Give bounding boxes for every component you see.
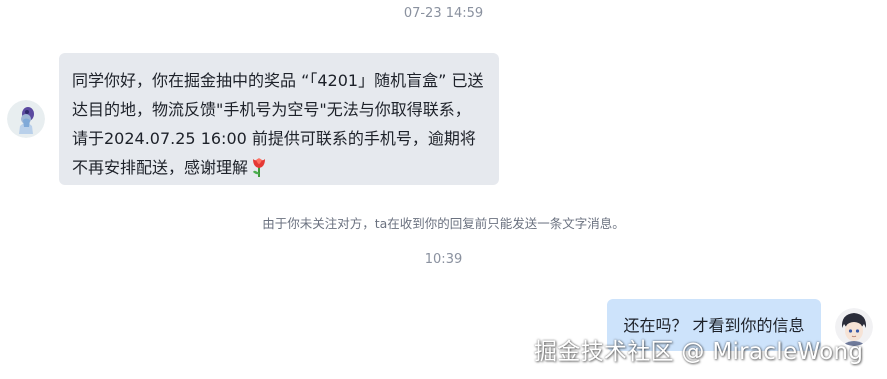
incoming-message-bubble[interactable]: 同学你好，你在掘金抽中的奖品 “「4201」随机盲盒” 已送达目的地，物流反馈"… — [59, 53, 499, 185]
watermark-text: 掘金技术社区 @ MiracleWong — [534, 339, 864, 365]
incoming-message-text: 同学你好，你在掘金抽中的奖品 “「4201」随机盲盒” 已送达目的地，物流反馈"… — [72, 71, 484, 177]
message-timestamp-2: 10:39 — [424, 252, 463, 267]
message-timestamp: 07-23 14:59 — [403, 6, 484, 21]
tulip-emoji-icon — [250, 156, 268, 178]
sender-avatar[interactable] — [7, 100, 45, 138]
follow-restriction-notice: 由于你未关注对方，ta在收到你的回复前只能发送一条文字消息。 — [262, 216, 625, 231]
sender-avatar-image — [7, 100, 45, 138]
